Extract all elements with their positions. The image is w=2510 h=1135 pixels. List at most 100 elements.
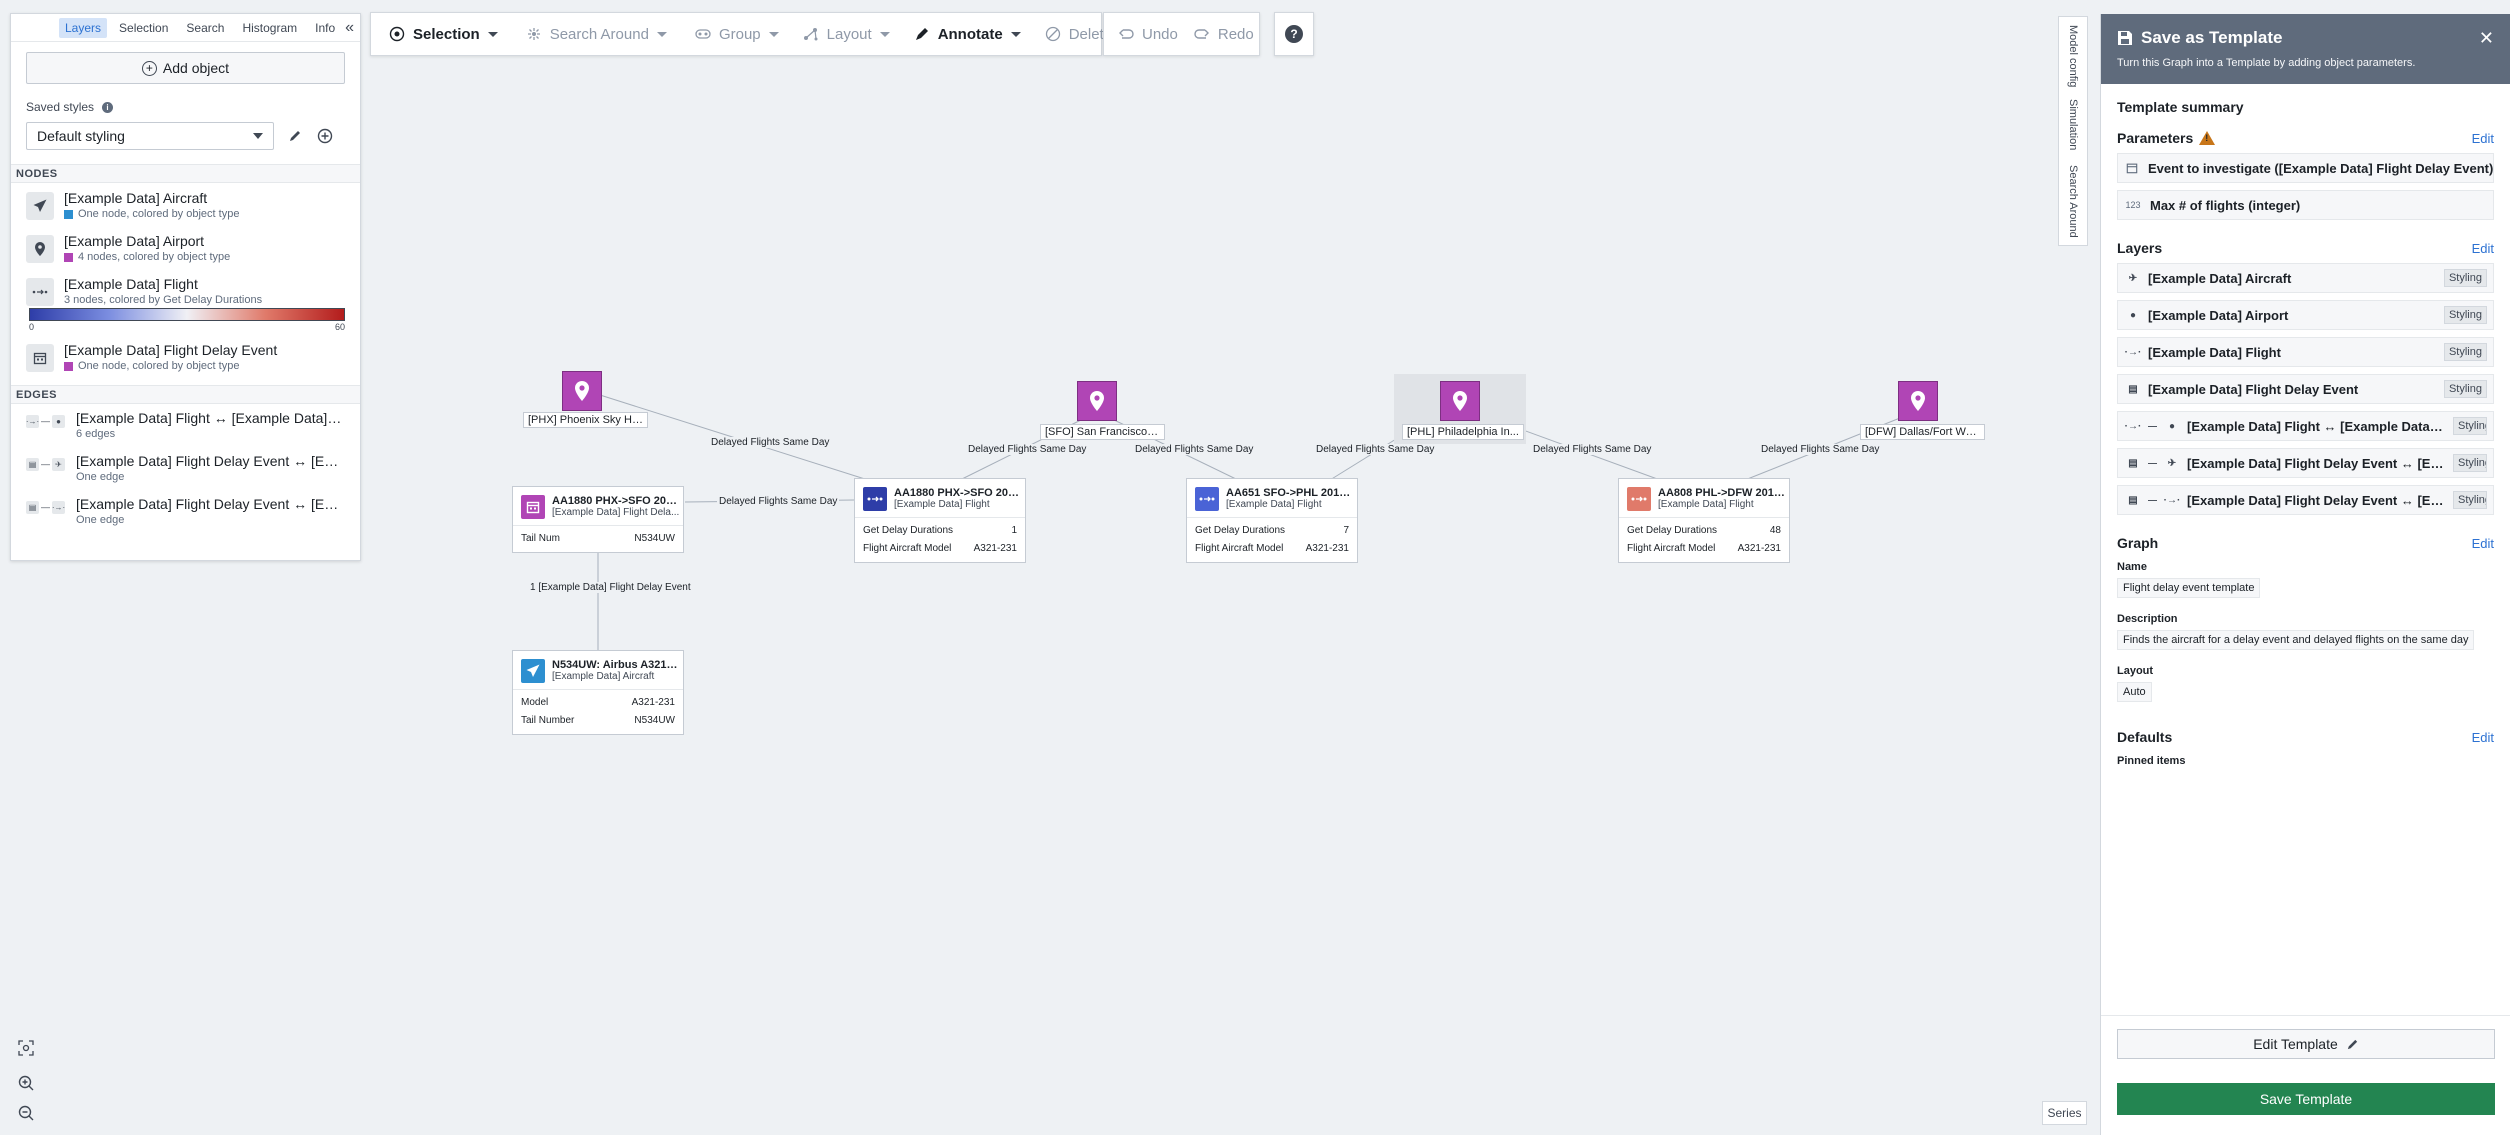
flight-delay-event-card[interactable]: AA1880 PHX->SFO 2018-... [Example Data] … — [512, 486, 684, 553]
parameter-row[interactable]: 123 Max # of flights (integer) — [2117, 190, 2494, 220]
template-name-value: Flight delay event template — [2117, 578, 2261, 598]
layer-title: [Example Data] Flight Delay Event ↔ [Exa… — [76, 496, 344, 512]
styling-tag[interactable]: Styling — [2443, 380, 2487, 398]
zoom-out-icon[interactable] — [14, 1101, 38, 1125]
layer-subtitle: 3 nodes, colored by Get Delay Durations — [64, 294, 263, 306]
tab-layers[interactable]: Layers — [59, 17, 108, 38]
tab-model-config[interactable]: Model config — [2067, 25, 2079, 87]
map-pin-icon — [26, 235, 54, 263]
layer-edge-event-flight[interactable]: ▤ — ·→· [Example Data] Flight Delay Event … — [11, 490, 360, 533]
card-type: [Example Data] Flight Dela... — [552, 507, 680, 518]
flight-card-3[interactable]: AA808 PHL->DFW 2018-... [Example Data] F… — [1618, 478, 1790, 563]
styling-tag[interactable]: Styling — [2443, 343, 2487, 361]
flight-route-icon: ·→· — [2124, 420, 2142, 432]
nodes-section-header: NODES — [11, 164, 360, 183]
layout-button[interactable]: Layout — [793, 19, 900, 49]
flight-card-1[interactable]: AA1880 PHX->SFO 2018-... [Example Data] … — [854, 478, 1026, 563]
layer-node-airport[interactable]: [Example Data] Airport 4 nodes, colored … — [11, 226, 360, 269]
help-icon[interactable]: ? — [1285, 25, 1303, 43]
template-layer-row[interactable]: ▤ [Example Data] Flight Delay Event Styl… — [2117, 374, 2494, 404]
template-layer-row[interactable]: ·→· — ● [Example Data] Flight ↔ [Example D… — [2117, 411, 2494, 441]
save-icon — [2118, 31, 2132, 45]
collapse-panel-icon[interactable]: « — [345, 19, 354, 37]
tab-search-around[interactable]: Search Around — [2067, 165, 2079, 238]
card-property-row: Tail Num N534UW — [521, 533, 675, 544]
defaults-heading: Defaults — [2117, 729, 2173, 745]
annotate-button[interactable]: Annotate — [904, 19, 1031, 49]
airport-label: [PHL] Philadelphia In... — [1402, 424, 1524, 440]
template-layer-row[interactable]: ·→· [Example Data] Flight Styling — [2117, 337, 2494, 367]
description-label: Description — [2117, 613, 2178, 625]
layer-node-flight-delay-event[interactable]: [Example Data] Flight Delay Event One no… — [11, 332, 360, 375]
tab-info[interactable]: Info — [309, 18, 341, 38]
template-layer-row[interactable]: ▤ — ✈ [Example Data] Flight Delay Event ↔ … — [2117, 448, 2494, 478]
edit-parameters-link[interactable]: Edit — [2472, 131, 2494, 146]
map-pin-icon: ● — [52, 414, 65, 428]
card-property-row: Get Delay Durations 48 — [1627, 525, 1781, 536]
layers-heading: Layers — [2117, 240, 2163, 256]
airport-node-dfw[interactable] — [1898, 381, 1938, 421]
edit-template-button[interactable]: Edit Template — [2117, 1029, 2495, 1059]
airplane-icon: ✈ — [52, 457, 65, 471]
series-button[interactable]: Series — [2042, 1101, 2087, 1125]
card-property-row: Get Delay Durations 7 — [1195, 525, 1349, 536]
graph-heading: Graph — [2117, 535, 2159, 551]
parameter-row[interactable]: Event to investigate ([Example Data] Fli… — [2117, 153, 2494, 183]
card-property-row: Flight Aircraft Model A321-231 — [1627, 543, 1781, 554]
template-layer-row[interactable]: ✈ [Example Data] Aircraft Styling — [2117, 263, 2494, 293]
layer-node-flight[interactable]: [Example Data] Flight 3 nodes, colored b… — [11, 269, 360, 306]
edit-graph-link[interactable]: Edit — [2472, 536, 2494, 551]
zoom-in-icon[interactable] — [14, 1071, 38, 1095]
layer-node-aircraft[interactable]: [Example Data] Aircraft One node, colore… — [11, 183, 360, 226]
redo-button[interactable]: Redo — [1188, 19, 1260, 49]
pencil-icon[interactable] — [286, 127, 304, 145]
panel-tabs: Layers Selection Search Histogram Info — [11, 14, 360, 42]
chevron-down-icon — [768, 31, 779, 37]
airport-node-sfo[interactable] — [1077, 381, 1117, 421]
flight-card-2[interactable]: AA651 SFO->PHL 2018-0... [Example Data] … — [1186, 478, 1358, 563]
flight-route-icon: ·→· — [2163, 494, 2181, 506]
fit-to-screen-icon[interactable] — [14, 1036, 38, 1060]
search-around-button[interactable]: Search Around — [516, 19, 677, 49]
layer-title: [Example Data] Flight Delay Event — [64, 342, 278, 358]
tab-histogram[interactable]: Histogram — [236, 18, 303, 38]
group-button[interactable]: Group — [685, 19, 789, 49]
save-template-button[interactable]: Save Template — [2117, 1083, 2495, 1115]
styling-tag[interactable]: Styling — [2453, 491, 2487, 509]
styling-tag[interactable]: Styling — [2453, 454, 2487, 472]
template-description-value: Finds the aircraft for a delay event and… — [2117, 630, 2475, 650]
panel-header: Save as Template Turn this Graph into a … — [2101, 14, 2510, 84]
add-style-icon[interactable] — [316, 127, 334, 145]
edit-layers-link[interactable]: Edit — [2472, 241, 2494, 256]
selection-button[interactable]: Selection — [379, 19, 508, 49]
edit-defaults-link[interactable]: Edit — [2472, 730, 2494, 745]
close-icon[interactable]: ✕ — [2479, 28, 2494, 49]
calendar-icon: ▤ — [2128, 494, 2138, 506]
card-title: AA1880 PHX->SFO 2018-... — [894, 487, 1022, 499]
edge-label: Delayed Flights Same Day — [1314, 444, 1437, 455]
search-around-icon — [527, 28, 540, 40]
tab-selection[interactable]: Selection — [113, 18, 174, 38]
template-layer-row[interactable]: ● [Example Data] Airport Styling — [2117, 300, 2494, 330]
template-summary-heading: Template summary — [2117, 99, 2244, 115]
saved-styles-label: Saved styles i — [26, 100, 360, 114]
layer-edge-flight-airport[interactable]: ·→· — ● [Example Data] Flight ↔ [Example D… — [11, 404, 360, 447]
add-object-button[interactable]: + Add object — [26, 52, 345, 84]
card-property-row: Flight Aircraft Model A321-231 — [863, 543, 1017, 554]
saved-styles-select[interactable]: Default styling — [26, 122, 274, 150]
graph-toolbar: Selection Search Around Group Layout Ann… — [370, 12, 1112, 56]
aircraft-card[interactable]: N534UW: Airbus A321-231 [Example Data] A… — [512, 650, 684, 735]
info-icon[interactable]: i — [102, 101, 114, 113]
styling-tag[interactable]: Styling — [2443, 269, 2487, 287]
styling-tag[interactable]: Styling — [2443, 306, 2487, 324]
template-layer-row[interactable]: ▤ — ·→· [Example Data] Flight Delay Event … — [2117, 485, 2494, 515]
tab-search[interactable]: Search — [180, 18, 230, 38]
layer-edge-event-aircraft[interactable]: ▤ — ✈ [Example Data] Flight Delay Event ↔ … — [11, 447, 360, 490]
undo-button[interactable]: Undo — [1112, 19, 1184, 49]
styling-tag[interactable]: Styling — [2453, 417, 2487, 435]
airport-node-phx[interactable] — [562, 371, 602, 411]
card-title: N534UW: Airbus A321-231 — [552, 659, 680, 671]
card-property-row: Model A321-231 — [521, 697, 675, 708]
airport-node-phl[interactable] — [1440, 381, 1480, 421]
tab-simulation[interactable]: Simulation — [2067, 99, 2079, 150]
